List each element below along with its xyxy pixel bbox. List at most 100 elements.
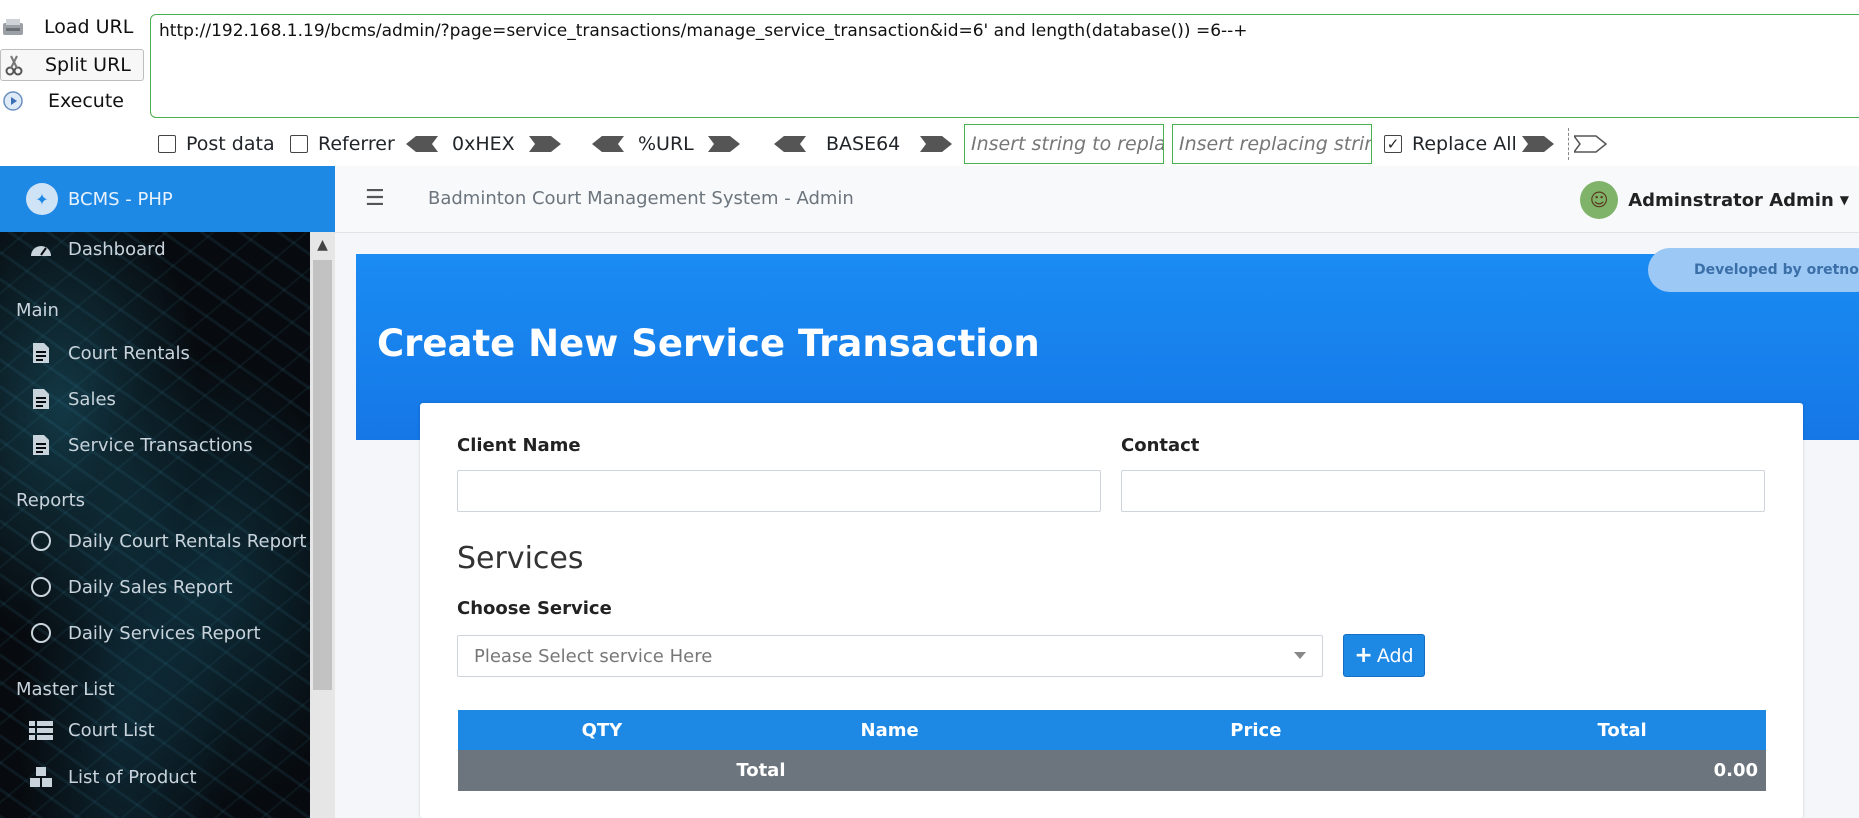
nav-header-master-list: Master List: [16, 679, 115, 700]
split-url-label: Split URL: [45, 54, 131, 76]
replace-backward-icon[interactable]: [1574, 134, 1608, 154]
service-select-placeholder: Please Select service Here: [474, 645, 713, 667]
brand-name: BCMS - PHP: [68, 188, 173, 210]
menu-icon: [28, 806, 54, 818]
file-text-icon: [28, 340, 54, 366]
url-enc-label: %URL: [638, 133, 694, 155]
execute-button[interactable]: Execute: [0, 86, 124, 116]
left-arrow-icon[interactable]: [404, 134, 438, 154]
hamburger-menu-icon[interactable]: ☰: [365, 186, 385, 211]
page-title: Create New Service Transaction: [377, 322, 1040, 365]
play-icon: [0, 89, 26, 113]
sidebar-item-label: Daily Court Rentals Report: [68, 530, 307, 552]
plus-icon: +: [1354, 643, 1373, 668]
hex-label: 0xHEX: [452, 133, 515, 155]
nav-header-main: Main: [16, 300, 59, 321]
hackbar-toolbar: Load URL Split URL Execute http://192.16…: [0, 0, 1859, 166]
user-menu[interactable]: ☺ Adminstrator Admin ▼: [1580, 181, 1859, 219]
table-header-row: QTY Name Price Total: [458, 710, 1766, 750]
divider: [1568, 128, 1569, 160]
post-data-checkbox[interactable]: Post data: [158, 133, 275, 155]
right-arrow-icon[interactable]: [528, 134, 563, 154]
sidebar-item-court-rentals[interactable]: Court Rentals: [28, 340, 190, 366]
replace-all-label: Replace All: [1412, 133, 1517, 155]
sidebar-item-label: Dashboard: [68, 238, 166, 260]
referrer-label: Referrer: [318, 133, 395, 155]
list-icon: [28, 717, 54, 743]
file-text-icon: [28, 386, 54, 412]
post-data-box[interactable]: [158, 135, 176, 153]
url-encoder[interactable]: %URL: [590, 133, 742, 155]
split-url-button[interactable]: Split URL: [0, 49, 144, 81]
brand-link[interactable]: ✦ BCMS - PHP: [0, 166, 335, 232]
circle-icon: [28, 574, 54, 600]
total-value: 0.00: [1033, 750, 1766, 791]
base64-label: BASE64: [826, 133, 901, 155]
sidebar-item-service-transactions[interactable]: Service Transactions: [28, 432, 253, 458]
sidebar-item-label: Court Rentals: [68, 342, 190, 364]
user-name: Adminstrator Admin: [1628, 189, 1834, 211]
post-data-label: Post data: [186, 133, 275, 155]
scroll-up-icon[interactable]: ▲: [310, 232, 335, 258]
replace-forward-icon[interactable]: [1522, 134, 1556, 154]
boxes-icon: [28, 764, 54, 790]
shuttlecock-logo-icon: ✦: [26, 183, 58, 215]
execute-label: Execute: [48, 90, 124, 112]
client-name-input[interactable]: [457, 470, 1101, 512]
scrollbar-thumb[interactable]: [313, 260, 332, 690]
sidebar-item-sales[interactable]: Sales: [28, 386, 116, 412]
top-navbar: ☰ Badminton Court Management System - Ad…: [335, 166, 1859, 233]
sidebar-item-daily-court-rentals-report[interactable]: Daily Court Rentals Report: [28, 528, 306, 554]
caret-down-icon: ▼: [1839, 193, 1849, 207]
user-avatar: ☺: [1580, 181, 1619, 219]
sidebar-item-label: Sales: [68, 388, 116, 410]
dropdown-caret-icon: [1294, 652, 1306, 659]
sidebar-item-daily-sales-report[interactable]: Daily Sales Report: [28, 574, 233, 600]
circle-icon: [28, 528, 54, 554]
referrer-checkbox[interactable]: Referrer: [290, 133, 395, 155]
hex-encoder[interactable]: 0xHEX: [404, 133, 563, 155]
load-url-button[interactable]: Load URL: [0, 12, 133, 42]
system-title: Badminton Court Management System - Admi…: [428, 188, 854, 209]
sidebar-item-daily-services-report[interactable]: Daily Services Report: [28, 620, 261, 646]
scissors-icon: [1, 53, 27, 77]
url-textarea[interactable]: http://192.168.1.19/bcms/admin/?page=ser…: [150, 14, 1859, 118]
left-arrow-icon[interactable]: [590, 134, 624, 154]
table-total-row: Total 0.00: [458, 750, 1766, 791]
circle-icon: [28, 620, 54, 646]
services-heading: Services: [457, 541, 584, 576]
sidebar-item-court-list[interactable]: Court List: [28, 717, 155, 743]
total-label: Total: [458, 750, 1034, 791]
replacing-string-input[interactable]: Insert replacing string: [1172, 124, 1372, 164]
sidebar-scrollbar[interactable]: ▲: [310, 232, 335, 818]
column-header-name: Name: [745, 710, 1034, 750]
sidebar-item-label: List of Product: [68, 766, 197, 788]
sidebar: ✦ BCMS - PHP ▲ Dashboard Main Court Rent…: [0, 166, 335, 818]
sidebar-item-list-of-product[interactable]: List of Product: [28, 764, 197, 790]
replace-all-checkbox[interactable]: ✓ Replace All: [1384, 133, 1517, 155]
service-select[interactable]: Please Select service Here: [457, 635, 1323, 677]
dashboard-gauge-icon: [28, 236, 54, 262]
column-header-price: Price: [1033, 710, 1479, 750]
sidebar-item-label: Court List: [68, 719, 155, 741]
add-service-button[interactable]: + Add: [1343, 634, 1425, 677]
referrer-box[interactable]: [290, 135, 308, 153]
sidebar-item-label: Service Transactions: [68, 434, 253, 456]
right-arrow-icon[interactable]: [707, 134, 742, 154]
hackbar-options-row: Post data Referrer 0xHEX %URL BASE64 Ins…: [0, 124, 1859, 164]
right-arrow-icon[interactable]: [920, 134, 954, 154]
load-url-icon: [0, 15, 26, 39]
file-text-icon: [28, 432, 54, 458]
column-header-total: Total: [1478, 710, 1766, 750]
base64-encoder[interactable]: BASE64: [772, 133, 954, 155]
sidebar-item-dashboard[interactable]: Dashboard: [28, 236, 166, 262]
replace-all-box[interactable]: ✓: [1384, 135, 1402, 153]
replace-string-input[interactable]: Insert string to replace: [964, 124, 1164, 164]
sidebar-item-partial[interactable]: [28, 806, 68, 818]
column-header-qty: QTY: [458, 710, 746, 750]
contact-input[interactable]: [1121, 470, 1765, 512]
add-button-label: Add: [1376, 644, 1414, 667]
client-name-label: Client Name: [457, 435, 581, 456]
nav-header-reports: Reports: [16, 490, 86, 511]
left-arrow-icon[interactable]: [772, 134, 806, 154]
